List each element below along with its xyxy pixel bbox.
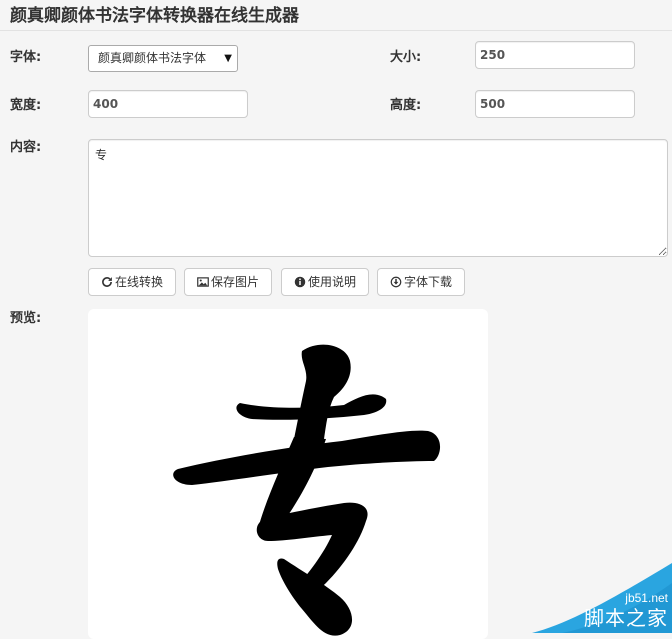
size-input[interactable] xyxy=(475,41,635,69)
title-divider xyxy=(0,30,672,31)
chevron-down-icon: ▼ xyxy=(224,53,232,64)
size-label: 大小: xyxy=(390,50,422,65)
page-title: 颜真卿颜体书法字体转换器在线生成器 xyxy=(10,6,299,26)
preview-canvas xyxy=(88,309,488,639)
width-label: 宽度: xyxy=(10,98,42,113)
download-font-button-label: 字体下载 xyxy=(403,275,452,289)
refresh-icon xyxy=(102,277,112,287)
info-circle-icon xyxy=(294,276,306,288)
font-select-value: 颜真卿颜体书法字体 xyxy=(98,51,207,65)
font-label: 字体: xyxy=(10,50,42,65)
picture-icon xyxy=(197,277,209,287)
save-image-button-label: 保存图片 xyxy=(210,275,259,289)
preview-label: 预览: xyxy=(10,311,42,326)
instructions-button-label: 使用说明 xyxy=(307,275,356,289)
height-label: 高度: xyxy=(390,98,422,113)
watermark: jb51.net 脚本之家 xyxy=(522,563,672,633)
download-font-button[interactable]: 字体下载 xyxy=(377,268,465,296)
convert-button[interactable]: 在线转换 xyxy=(88,268,176,296)
font-select[interactable]: 颜真卿颜体书法字体 ▼ xyxy=(88,45,238,72)
height-input[interactable] xyxy=(475,90,635,118)
content-label: 内容: xyxy=(10,140,42,155)
width-input[interactable] xyxy=(88,90,248,118)
save-image-button[interactable]: 保存图片 xyxy=(184,268,272,296)
calligraphy-glyph xyxy=(173,344,441,636)
convert-button-label: 在线转换 xyxy=(114,275,163,289)
download-circle-icon xyxy=(390,276,402,288)
watermark-name: 脚本之家 xyxy=(584,606,668,630)
instructions-button[interactable]: 使用说明 xyxy=(281,268,369,296)
content-textarea[interactable]: 专 xyxy=(88,139,668,257)
